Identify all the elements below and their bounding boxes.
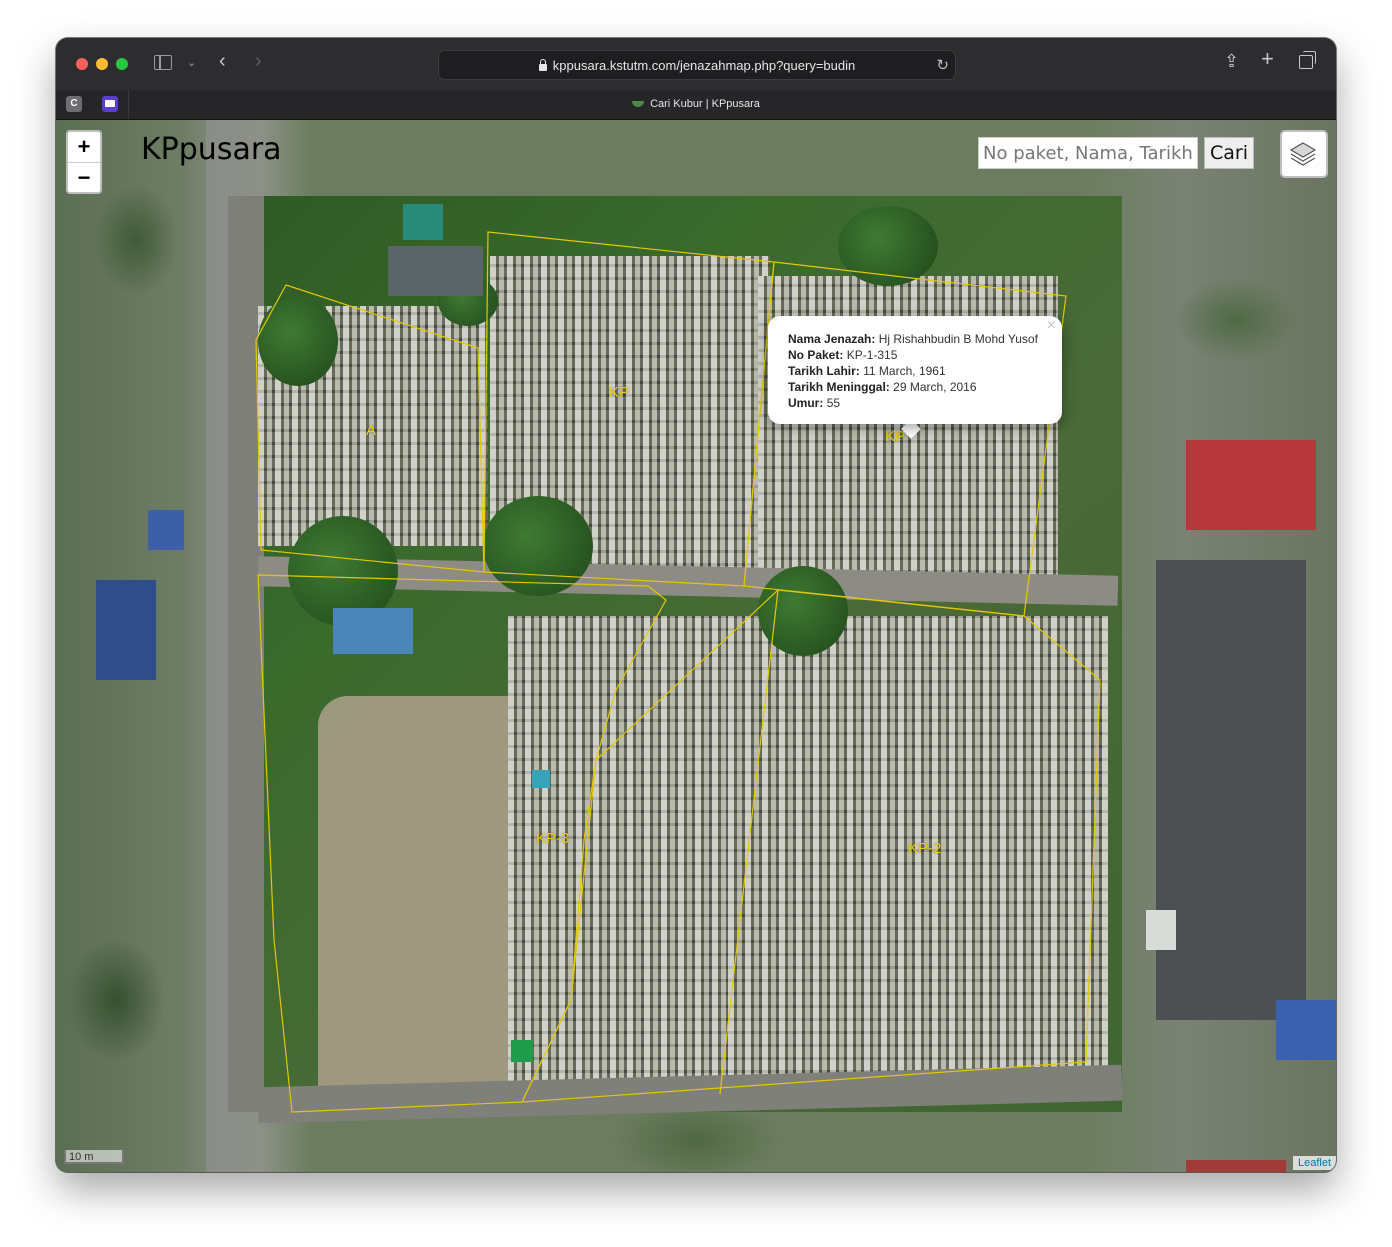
popup-row-birth: Tarikh Lahir: 11 March, 1961 <box>788 363 1038 379</box>
tab-title: Cari Kubur | KPpusara <box>650 98 760 110</box>
favicon-icon <box>632 101 645 108</box>
boundary-kp-2 <box>521 589 1101 1103</box>
boundary-kp <box>483 231 775 587</box>
attribution-link[interactable]: Leaflet <box>1292 1156 1336 1170</box>
active-tab[interactable]: Cari Kubur | KPpusara <box>56 98 1336 110</box>
scale-bar: 10 m <box>64 1150 124 1164</box>
zoom-out-button[interactable]: − <box>68 163 100 193</box>
tab-bar: C Cari Kubur | KPpusara <box>56 90 1336 120</box>
search-button[interactable]: Cari <box>1204 137 1254 169</box>
title-bar: ⌄ ‹ › kppusara.kstutm.com/jenazahmap.php… <box>56 38 1336 90</box>
popup-value: KP-1-315 <box>846 348 898 362</box>
layers-icon <box>1289 142 1317 166</box>
boundary-divider <box>719 589 779 1095</box>
section-label-kp[interactable]: KP <box>609 384 629 401</box>
sidebar-icon[interactable] <box>154 55 172 70</box>
popup-row-name: Nama Jenazah: Hj Rishahbudin B Mohd Yuso… <box>788 331 1038 347</box>
map-viewport[interactable]: A KP KP KP-3 KP-2 + − KPpusara Cari × Na… <box>56 120 1336 1172</box>
grave-info-popup: × Nama Jenazah: Hj Rishahbudin B Mohd Yu… <box>768 316 1062 424</box>
url-text: kppusara.kstutm.com/jenazahmap.php?query… <box>552 58 856 73</box>
popup-label: Tarikh Lahir: <box>788 364 860 378</box>
section-label-a[interactable]: A <box>366 422 376 439</box>
popup-content: Nama Jenazah: Hj Rishahbudin B Mohd Yuso… <box>788 331 1038 411</box>
minimize-window-button[interactable] <box>96 58 108 70</box>
popup-close-icon[interactable]: × <box>1047 318 1056 334</box>
brand-title: KPpusara <box>141 132 282 167</box>
section-label-kp-3[interactable]: KP-3 <box>536 830 569 847</box>
close-window-button[interactable] <box>76 58 88 70</box>
forward-icon[interactable]: › <box>255 51 262 71</box>
popup-row-death: Tarikh Meninggal: 29 March, 2016 <box>788 379 1038 395</box>
layers-control[interactable] <box>1280 130 1328 178</box>
zoom-window-button[interactable] <box>116 58 128 70</box>
popup-label: Tarikh Meninggal: <box>788 380 890 394</box>
chevron-down-icon[interactable]: ⌄ <box>187 54 196 72</box>
popup-value: 55 <box>826 396 841 410</box>
popup-value: Hj Rishahbudin B Mohd Yusof <box>878 332 1038 346</box>
popup-value: 29 March, 2016 <box>893 380 977 394</box>
section-label-kp-2[interactable]: KP-2 <box>908 840 941 857</box>
reload-icon[interactable]: ↻ <box>936 56 949 74</box>
popup-row-age: Umur: 55 <box>788 395 1038 411</box>
address-bar[interactable]: kppusara.kstutm.com/jenazahmap.php?query… <box>438 50 956 80</box>
popup-label: No Paket: <box>788 348 844 362</box>
popup-label: Umur: <box>788 396 824 410</box>
url-display[interactable]: kppusara.kstutm.com/jenazahmap.php?query… <box>439 58 955 73</box>
popup-value: 11 March, 1961 <box>863 364 946 378</box>
popup-label: Nama Jenazah: <box>788 332 876 346</box>
zoom-in-button[interactable]: + <box>68 132 100 163</box>
tab-overview-icon[interactable] <box>1299 51 1316 69</box>
share-icon[interactable]: ⇪ <box>1224 52 1239 70</box>
browser-window: ⌄ ‹ › kppusara.kstutm.com/jenazahmap.php… <box>56 38 1336 1172</box>
zoom-control: + − <box>66 130 102 194</box>
new-tab-icon[interactable]: + <box>1261 48 1274 70</box>
section-boundaries[interactable] <box>56 120 1336 1172</box>
popup-row-package: No Paket: KP-1-315 <box>788 347 1038 363</box>
back-icon[interactable]: ‹ <box>219 51 226 71</box>
search-input[interactable] <box>978 137 1198 169</box>
boundary-kp-3 <box>257 574 667 1113</box>
lock-icon <box>538 59 547 71</box>
